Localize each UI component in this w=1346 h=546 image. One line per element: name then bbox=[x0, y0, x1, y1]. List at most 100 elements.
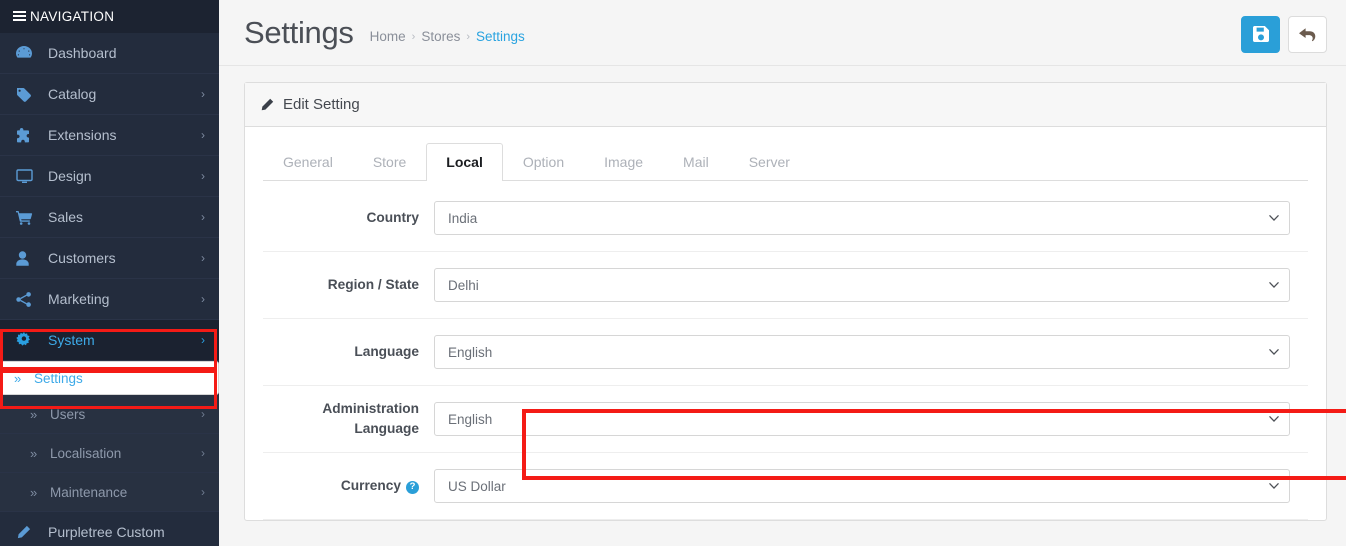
chevron-right-icon: › bbox=[201, 87, 205, 101]
sidebar-subitem-label: Maintenance bbox=[50, 484, 128, 500]
field-label-currency: Currency? bbox=[263, 476, 434, 496]
field-control-country: India bbox=[434, 201, 1308, 236]
field-control-currency: US Dollar bbox=[434, 469, 1308, 504]
puzzle-icon bbox=[16, 127, 40, 143]
pencil-icon bbox=[16, 525, 40, 540]
tab-general[interactable]: General bbox=[263, 143, 353, 181]
chevron-right-icon: › bbox=[201, 128, 205, 142]
back-arrow-icon bbox=[1299, 27, 1316, 42]
sidebar-header[interactable]: NAVIGATION bbox=[0, 0, 219, 33]
sidebar-subitem-maintenance[interactable]: » Maintenance › bbox=[0, 473, 219, 512]
region-state-select[interactable]: Delhi bbox=[434, 268, 1290, 303]
chevron-right-icon: › bbox=[201, 485, 205, 499]
sidebar-subitem-settings[interactable]: » Settings bbox=[0, 361, 219, 395]
sidebar-item-marketing[interactable]: Marketing › bbox=[0, 279, 219, 320]
currency-select-value: US Dollar bbox=[448, 478, 506, 494]
header-actions bbox=[1241, 13, 1327, 53]
sidebar-item-system[interactable]: System › bbox=[0, 320, 219, 361]
breadcrumb-separator-icon: › bbox=[466, 30, 471, 43]
panel-header: Edit Setting bbox=[245, 83, 1326, 127]
dashboard-icon bbox=[16, 46, 40, 60]
field-label-currency-text: Currency bbox=[340, 478, 401, 494]
cart-icon bbox=[16, 210, 40, 225]
breadcrumb-item-stores[interactable]: Stores bbox=[421, 29, 460, 44]
breadcrumb-separator-icon: › bbox=[411, 30, 416, 43]
breadcrumb-item-settings[interactable]: Settings bbox=[476, 29, 525, 44]
double-chevron-icon: » bbox=[30, 484, 38, 500]
hamburger-icon[interactable] bbox=[13, 11, 26, 22]
pencil-icon bbox=[260, 98, 274, 112]
field-control-language: English bbox=[434, 335, 1308, 370]
currency-select[interactable]: US Dollar bbox=[434, 469, 1290, 504]
sidebar-item-label: System bbox=[48, 332, 95, 348]
tab-bar: General Store Local Option Image Mail Se… bbox=[263, 143, 1308, 182]
tab-image[interactable]: Image bbox=[584, 143, 663, 181]
save-button[interactable] bbox=[1241, 15, 1280, 53]
page-title: Settings bbox=[244, 15, 354, 50]
field-label-country: Country bbox=[366, 210, 419, 226]
sidebar-item-extensions[interactable]: Extensions › bbox=[0, 115, 219, 156]
form-row-language: Language English bbox=[263, 319, 1308, 387]
share-icon bbox=[16, 291, 40, 307]
field-label-administration-language: Administration Language bbox=[322, 401, 419, 437]
edit-setting-panel: Edit Setting General Store Local Option … bbox=[244, 82, 1327, 522]
tab-store[interactable]: Store bbox=[353, 143, 426, 181]
chevron-right-icon: › bbox=[201, 169, 205, 183]
tab-mail[interactable]: Mail bbox=[663, 143, 729, 181]
tag-icon bbox=[16, 87, 40, 102]
form-row-region-state: Region / State Delhi bbox=[263, 252, 1308, 320]
sidebar-item-label: Design bbox=[48, 168, 92, 184]
chevron-right-icon: › bbox=[201, 407, 205, 421]
sidebar-item-label: Sales bbox=[48, 209, 84, 225]
form-row-country: Country India bbox=[263, 185, 1308, 253]
language-select-value: English bbox=[448, 344, 493, 360]
breadcrumb: Home › Stores › Settings bbox=[370, 21, 525, 44]
sidebar-subitem-label: Settings bbox=[34, 370, 83, 386]
breadcrumb-item-home[interactable]: Home bbox=[370, 29, 406, 44]
sidebar-item-catalog[interactable]: Catalog › bbox=[0, 74, 219, 115]
chevron-right-icon: › bbox=[201, 251, 205, 265]
chevron-right-icon: › bbox=[201, 210, 205, 224]
save-icon bbox=[1252, 26, 1269, 42]
field-control-region-state: Delhi bbox=[434, 268, 1308, 303]
chevron-down-icon bbox=[1269, 348, 1279, 356]
user-icon bbox=[16, 250, 40, 266]
sidebar-item-label: Extensions bbox=[48, 127, 117, 143]
sidebar-item-purpletree-custom[interactable]: Purpletree Custom bbox=[0, 512, 219, 546]
administration-language-select[interactable]: English bbox=[434, 402, 1290, 437]
sidebar-item-label: Customers bbox=[48, 250, 116, 266]
sidebar-item-label: Catalog bbox=[48, 86, 97, 102]
sidebar-subitem-localisation[interactable]: » Localisation › bbox=[0, 434, 219, 473]
panel-title: Edit Setting bbox=[283, 96, 360, 113]
field-control-administration-language: English bbox=[434, 402, 1308, 437]
sidebar-item-dashboard[interactable]: Dashboard bbox=[0, 33, 219, 74]
administration-language-select-value: English bbox=[448, 411, 493, 427]
help-icon[interactable]: ? bbox=[406, 480, 419, 494]
field-label-language: Language bbox=[354, 344, 419, 360]
sidebar: NAVIGATION Dashboard Catalog › Extension… bbox=[0, 0, 219, 546]
country-select[interactable]: India bbox=[434, 201, 1290, 236]
field-label-region-state: Region / State bbox=[327, 277, 419, 293]
back-button[interactable] bbox=[1288, 15, 1327, 53]
double-chevron-icon: » bbox=[14, 370, 22, 386]
sidebar-item-customers[interactable]: Customers › bbox=[0, 238, 219, 279]
chevron-down-icon bbox=[1269, 415, 1279, 423]
sidebar-header-label: NAVIGATION bbox=[30, 9, 115, 24]
gear-icon bbox=[16, 332, 40, 348]
main-content: Settings Home › Stores › Settings Edit S… bbox=[219, 0, 1346, 546]
page-header: Settings Home › Stores › Settings bbox=[219, 0, 1346, 66]
tab-local[interactable]: Local bbox=[426, 143, 503, 182]
chevron-down-icon bbox=[1269, 482, 1279, 490]
tab-server[interactable]: Server bbox=[729, 143, 810, 181]
sidebar-subitem-label: Localisation bbox=[50, 445, 122, 461]
sidebar-item-design[interactable]: Design › bbox=[0, 156, 219, 197]
double-chevron-icon: » bbox=[30, 445, 38, 461]
sidebar-item-sales[interactable]: Sales › bbox=[0, 197, 219, 238]
sidebar-subitem-label: Users bbox=[50, 406, 86, 422]
sidebar-subitem-users[interactable]: » Users › bbox=[0, 395, 219, 434]
form-row-administration-language: Administration Language English bbox=[263, 386, 1308, 454]
language-select[interactable]: English bbox=[434, 335, 1290, 370]
sidebar-item-label: Purpletree Custom bbox=[48, 524, 165, 540]
admin-page: NAVIGATION Dashboard Catalog › Extension… bbox=[0, 0, 1346, 546]
tab-option[interactable]: Option bbox=[503, 143, 584, 181]
